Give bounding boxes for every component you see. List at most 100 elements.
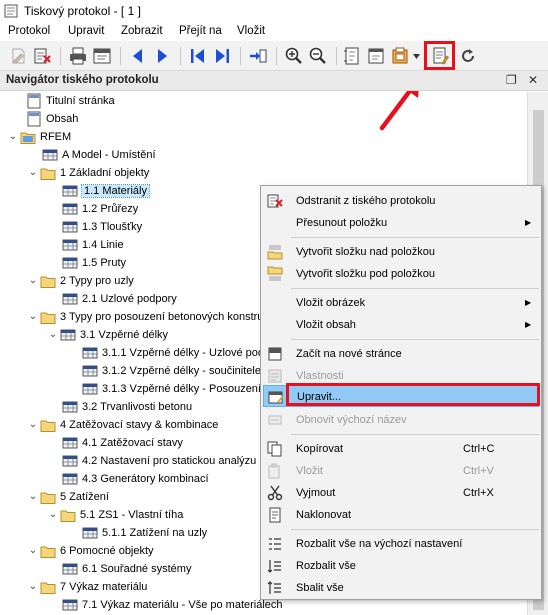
menu-separator: [291, 339, 539, 340]
tree-item-souradne-systemy[interactable]: 6.1 Souřadné systémy: [62, 560, 191, 578]
folder-icon: [20, 128, 36, 146]
table-icon: [62, 182, 78, 200]
submenu-arrow-icon: ▶: [525, 298, 532, 307]
menu-item-sbalit-vse[interactable]: Sbalit vše: [263, 577, 539, 599]
menu-bar: Protokol Upravit Zobrazit Přejít na Vlož…: [0, 22, 548, 41]
menu-item-rozbalit-vse[interactable]: Rozbalit vše: [263, 555, 539, 577]
chevron-down-icon[interactable]: ⌄: [26, 488, 40, 506]
table-icon: [62, 218, 78, 236]
tree-item-linie[interactable]: 1.4 Linie: [62, 236, 124, 254]
folder-icon: [40, 416, 56, 434]
menu-item-slozka-nad[interactable]: Vytvořit složku nad položkou: [263, 241, 539, 263]
table-icon: [62, 596, 78, 614]
tree-item-typy-posouzeni-betonovych[interactable]: ⌄ 3 Typy pro posouzení betonových konstru…: [26, 308, 277, 326]
tree-item-vykaz-materialu-vse[interactable]: 7.1 Výkaz materiálu - Vše po materiálech: [62, 596, 283, 614]
chevron-down-icon[interactable]: ⌄: [46, 506, 60, 524]
menu-item-kopirovat[interactable]: Kopírovat Ctrl+C: [263, 438, 539, 460]
table-icon: [82, 524, 98, 542]
table-icon: [62, 200, 78, 218]
menu-item-presunout[interactable]: Přesunout položku ▶: [263, 212, 539, 234]
print-preview-icon[interactable]: [92, 46, 112, 66]
tree-item-vzperne-delky-uzlove[interactable]: 3.1.1 Vzpěrné délky - Uzlové podpory: [82, 344, 285, 362]
tree-item-pruty[interactable]: 1.5 Pruty: [62, 254, 126, 272]
tree-item-generatory-kombinaci[interactable]: 4.3 Generátory kombinací: [62, 470, 209, 488]
tree-item-nastaveni-staticka-analyza[interactable]: 4.2 Nastavení pro statickou analýzu: [62, 452, 256, 470]
chevron-down-icon[interactable]: ⌄: [26, 164, 40, 182]
tree-item-uzlove-podpory[interactable]: 2.1 Uzlové podpory: [62, 290, 177, 308]
delete-document-icon[interactable]: [32, 46, 52, 66]
menu-separator: [291, 288, 539, 289]
menu-item-vyjmout[interactable]: Vyjmout Ctrl+X: [263, 482, 539, 504]
menu-prejit-na[interactable]: Přejít na: [179, 25, 222, 37]
refresh-icon[interactable]: [458, 46, 478, 66]
app-icon: [4, 4, 18, 18]
tree-item-pomocne-objekty[interactable]: ⌄ 6 Pomocné objekty: [26, 542, 154, 560]
tree-item-titulni-stranka[interactable]: Titulní stránka: [26, 92, 115, 110]
menu-item-vlozit-obrazek[interactable]: Vložit obrázek ▶: [263, 292, 539, 314]
tree-item-vykaz-materialu[interactable]: ⌄ 7 Výkaz materiálu: [26, 578, 147, 596]
tree-item-tloustky[interactable]: 1.3 Tloušťky: [62, 218, 142, 236]
tree-item-materialy[interactable]: 1.1 Materiály: [62, 182, 150, 200]
report-settings-icon[interactable]: [390, 46, 410, 66]
tree-item-zatizeni[interactable]: ⌄ 5 Zatížení: [26, 488, 109, 506]
properties-icon: [268, 369, 282, 383]
previous-page-icon[interactable]: [128, 46, 148, 66]
tree-item-prurezy[interactable]: 1.2 Průřezy: [62, 200, 138, 218]
tree-item-vzperne-delky-soucinitele[interactable]: 3.1.2 Vzpěrné délky - součinitele: [82, 362, 261, 380]
menu-item-rozbalit-vychozi[interactable]: Rozbalit vše na výchozí nastavení: [263, 533, 539, 555]
tree-item-zatezovaci-stavy-kombinace[interactable]: ⌄ 4 Zatěžovací stavy & kombinace: [26, 416, 218, 434]
last-page-icon[interactable]: [212, 46, 232, 66]
tree-item-a-model[interactable]: A Model - Umístění: [42, 146, 156, 164]
menu-zobrazit[interactable]: Zobrazit: [121, 25, 163, 37]
tree-item-obsah[interactable]: Obsah: [26, 110, 78, 128]
tree-item-vzperne-delky-posouzeni[interactable]: 3.1.3 Vzpěrné délky - Posouzení: [82, 380, 261, 398]
chevron-down-icon[interactable]: ⌄: [6, 128, 20, 146]
menu-item-nova-stranka[interactable]: Začít na nové stránce: [263, 343, 539, 365]
menu-item-naklonovat[interactable]: Naklonovat: [263, 504, 539, 526]
zoom-in-icon[interactable]: [284, 46, 304, 66]
chevron-down-icon[interactable]: ⌄: [26, 416, 40, 434]
print-icon[interactable]: [68, 46, 88, 66]
page-layout-icon[interactable]: [342, 46, 362, 66]
zoom-out-icon[interactable]: [308, 46, 328, 66]
collapse-all-icon: [267, 581, 281, 594]
menu-vlozit[interactable]: Vložit: [237, 25, 265, 37]
tree-item-typy-pro-uzly[interactable]: ⌄ 2 Typy pro uzly: [26, 272, 134, 290]
paste-icon: [268, 463, 280, 479]
menu-item-vlozit-obsah[interactable]: Vložit obsah ▶: [263, 314, 539, 336]
chevron-down-icon[interactable]: ⌄: [26, 272, 40, 290]
folder-icon: [40, 308, 56, 326]
tree-item-zs1-vlastni-tiha[interactable]: ⌄ 5.1 ZS1 - Vlastní tíha: [46, 506, 183, 524]
toolbar-separator: [180, 47, 181, 65]
tree-item-vzperne-delky[interactable]: ⌄ 3.1 Vzpěrné délky: [46, 326, 168, 344]
next-page-icon[interactable]: [152, 46, 172, 66]
table-icon: [62, 290, 78, 308]
tree-item-trvanlivosti-betonu[interactable]: 3.2 Trvanlivosti betonu: [62, 398, 192, 416]
folder-icon: [60, 506, 76, 524]
menu-item-vlozit[interactable]: Vložit Ctrl+V: [263, 460, 539, 482]
menu-item-odstranit[interactable]: Odstranit z tiského protokolu: [263, 190, 539, 212]
dropdown-arrow-icon[interactable]: [413, 54, 420, 59]
table-icon: [42, 146, 58, 164]
menu-item-obnovit-nazev[interactable]: Obnovit výchozí název: [263, 409, 539, 431]
close-panel-icon[interactable]: ✕: [528, 73, 538, 87]
folder-icon: [40, 272, 56, 290]
tree-item-rfem[interactable]: ⌄ RFEM: [6, 128, 71, 146]
chevron-down-icon[interactable]: ⌄: [26, 308, 40, 326]
chevron-down-icon[interactable]: ⌄: [46, 326, 60, 344]
tree-item-zatezovaci-stavy[interactable]: 4.1 Zatěžovací stavy: [62, 434, 183, 452]
new-document-icon[interactable]: [8, 46, 28, 66]
pin-panel-icon[interactable]: ❐: [506, 73, 517, 87]
tree-item-zatizeni-na-uzly[interactable]: 5.1.1 Zatížení na uzly: [82, 524, 207, 542]
menu-protokol[interactable]: Protokol: [8, 25, 50, 37]
tree-item-zakladni-objekty[interactable]: ⌄ 1 Základní objekty: [26, 164, 149, 182]
chevron-down-icon[interactable]: ⌄: [26, 578, 40, 596]
page-settings-icon[interactable]: [366, 46, 386, 66]
chevron-down-icon[interactable]: ⌄: [26, 542, 40, 560]
first-page-icon[interactable]: [188, 46, 208, 66]
new-page-icon: [268, 347, 282, 361]
menu-upravit[interactable]: Upravit: [68, 25, 104, 37]
goto-page-icon[interactable]: [248, 46, 268, 66]
clone-icon: [269, 507, 281, 523]
menu-item-slozka-pod[interactable]: Vytvořit složku pod položkou: [263, 263, 539, 285]
